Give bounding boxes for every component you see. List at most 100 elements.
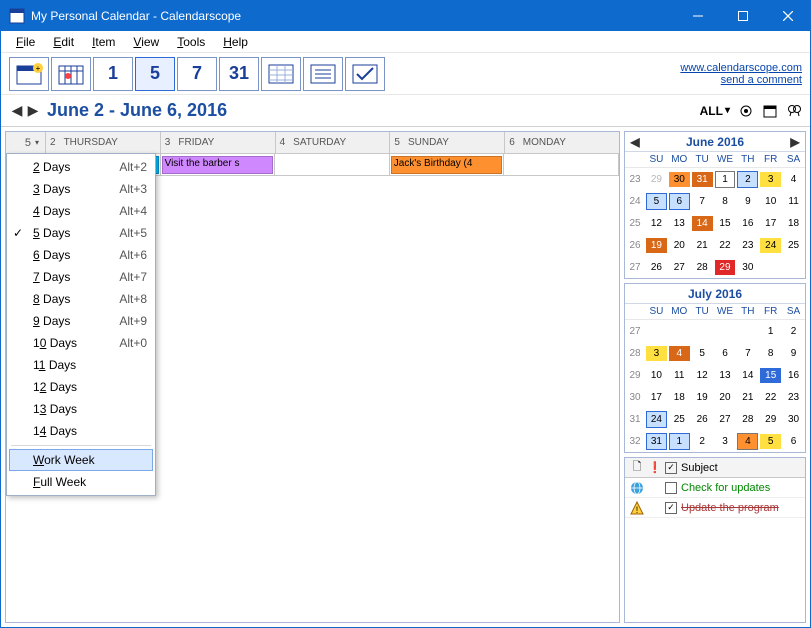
minical-day[interactable]: 6 (669, 193, 690, 210)
minical-day[interactable]: 12 (692, 368, 713, 383)
minical-day[interactable]: 15 (760, 368, 781, 383)
menu-item-4-days[interactable]: 4 DaysAlt+4 (9, 200, 153, 222)
col-header[interactable]: 4SATURDAY (276, 132, 391, 153)
prev-range-button[interactable]: ◀ (9, 102, 25, 120)
menu-item-13-days[interactable]: 13 Days (9, 398, 153, 420)
minicalendar-june[interactable]: ◀▶June 2016SUMOTUWETHFRSA232930311234245… (624, 131, 806, 279)
minical-day[interactable]: 18 (669, 390, 690, 405)
menu-item-12-days[interactable]: 12 Days (9, 376, 153, 398)
minical-day[interactable]: 19 (646, 238, 667, 253)
days-count-dropdown-trigger[interactable]: 5 (6, 132, 46, 153)
menu-item-9-days[interactable]: 9 DaysAlt+9 (9, 310, 153, 332)
maximize-button[interactable] (720, 1, 765, 31)
minical-day[interactable]: 9 (783, 346, 804, 361)
menu-file[interactable]: File (7, 33, 44, 51)
allday-event-barber[interactable]: Visit the barber s (162, 156, 274, 174)
toolbar-week-view-button[interactable]: 7 (177, 57, 217, 91)
minical-day[interactable]: 28 (737, 412, 758, 427)
minical-day[interactable]: 26 (646, 260, 667, 275)
minical-day[interactable]: 21 (737, 390, 758, 405)
menu-item[interactable]: Item (83, 33, 124, 51)
minical-day[interactable]: 2 (783, 324, 804, 339)
minical-day[interactable]: 4 (737, 433, 758, 450)
menu-item-full-week[interactable]: Full Week (9, 471, 153, 493)
minical-day[interactable]: 17 (646, 390, 667, 405)
menu-edit[interactable]: Edit (44, 33, 83, 51)
minical-day[interactable]: 23 (737, 238, 758, 253)
minical-next[interactable]: ▶ (787, 134, 803, 150)
task-row[interactable]: !✓Update the program (625, 498, 805, 518)
toolbar-day-view-button[interactable]: 1 (93, 57, 133, 91)
check-all-icon[interactable]: ✓ (665, 462, 677, 474)
minical-day[interactable]: 2 (692, 434, 713, 449)
minical-day[interactable]: 30 (669, 172, 690, 187)
minical-day[interactable]: 30 (783, 412, 804, 427)
minical-day[interactable]: 5 (692, 346, 713, 361)
minical-day[interactable]: 27 (669, 260, 690, 275)
minimize-button[interactable] (675, 1, 720, 31)
col-header[interactable]: 6MONDAY (505, 132, 619, 153)
menu-item-8-days[interactable]: 8 DaysAlt+8 (9, 288, 153, 310)
task-checkbox[interactable] (665, 482, 677, 494)
minical-day[interactable]: 19 (692, 390, 713, 405)
filter-all-button[interactable]: ALL (700, 104, 730, 118)
toolbar-month-view-button[interactable]: 31 (219, 57, 259, 91)
task-row[interactable]: Check for updates (625, 478, 805, 498)
minical-day[interactable]: 25 (783, 238, 804, 253)
menu-item-2-days[interactable]: 2 DaysAlt+2 (9, 156, 153, 178)
menu-item-7-days[interactable]: 7 DaysAlt+7 (9, 266, 153, 288)
col-header[interactable]: 2THURSDAY (46, 132, 161, 153)
minical-day[interactable]: 18 (783, 216, 804, 231)
minical-day[interactable]: 2 (737, 171, 758, 188)
minical-day[interactable]: 3 (715, 434, 736, 449)
menu-item-5-days[interactable]: ✓5 DaysAlt+5 (9, 222, 153, 244)
minical-prev[interactable]: ◀ (627, 134, 643, 150)
minical-day[interactable]: 13 (715, 368, 736, 383)
toolbar-year-view-button[interactable] (261, 57, 301, 91)
minical-day[interactable]: 4 (783, 172, 804, 187)
minical-day[interactable]: 8 (760, 346, 781, 361)
toolbar-tasks-view-button[interactable] (345, 57, 385, 91)
minical-day[interactable]: 11 (783, 194, 804, 209)
minical-day[interactable]: 9 (737, 194, 758, 209)
minical-day[interactable]: 27 (715, 412, 736, 427)
minical-day[interactable]: 20 (715, 390, 736, 405)
minical-day[interactable] (737, 329, 758, 333)
minical-day[interactable]: 1 (760, 324, 781, 339)
minical-day[interactable] (692, 329, 713, 333)
minical-day[interactable]: 1 (715, 171, 736, 188)
minical-day[interactable]: 11 (669, 368, 690, 383)
minical-day[interactable]: 25 (669, 412, 690, 427)
link-comment[interactable]: send a comment (680, 74, 802, 86)
minical-day[interactable] (760, 265, 781, 269)
minical-day[interactable]: 28 (692, 260, 713, 275)
minical-day[interactable]: 3 (760, 172, 781, 187)
minical-day[interactable]: 5 (760, 434, 781, 449)
minical-day[interactable]: 6 (715, 346, 736, 361)
menu-item-6-days[interactable]: 6 DaysAlt+6 (9, 244, 153, 266)
settings-icon[interactable] (738, 103, 754, 119)
search-icon[interactable] (786, 103, 802, 119)
minical-day[interactable]: 21 (692, 238, 713, 253)
minicalendar-july[interactable]: July 2016SUMOTUWETHFRSA27122834567892910… (624, 283, 806, 453)
menu-view[interactable]: View (124, 33, 168, 51)
toolbar-list-view-button[interactable] (303, 57, 343, 91)
minical-day[interactable]: 6 (783, 434, 804, 449)
minical-day[interactable]: 1 (669, 433, 690, 450)
minical-day[interactable]: 7 (737, 346, 758, 361)
task-checkbox[interactable]: ✓ (665, 502, 677, 514)
minical-day[interactable] (715, 329, 736, 333)
minical-day[interactable]: 13 (669, 216, 690, 231)
minical-day[interactable] (783, 265, 804, 269)
toolbar-new-calendar-button[interactable]: + (9, 57, 49, 91)
minical-day[interactable]: 24 (760, 238, 781, 253)
minical-day[interactable]: 14 (737, 368, 758, 383)
minical-day[interactable]: 30 (737, 260, 758, 275)
next-range-button[interactable]: ▶ (25, 102, 41, 120)
new-task-icon[interactable]: 🗋 (629, 460, 645, 476)
calendar-mini-icon[interactable] (762, 103, 778, 119)
minical-day[interactable]: 29 (760, 412, 781, 427)
minical-day[interactable]: 24 (646, 411, 667, 428)
toolbar-workweek-view-button[interactable]: 5 (135, 57, 175, 91)
col-header[interactable]: 5SUNDAY (390, 132, 505, 153)
